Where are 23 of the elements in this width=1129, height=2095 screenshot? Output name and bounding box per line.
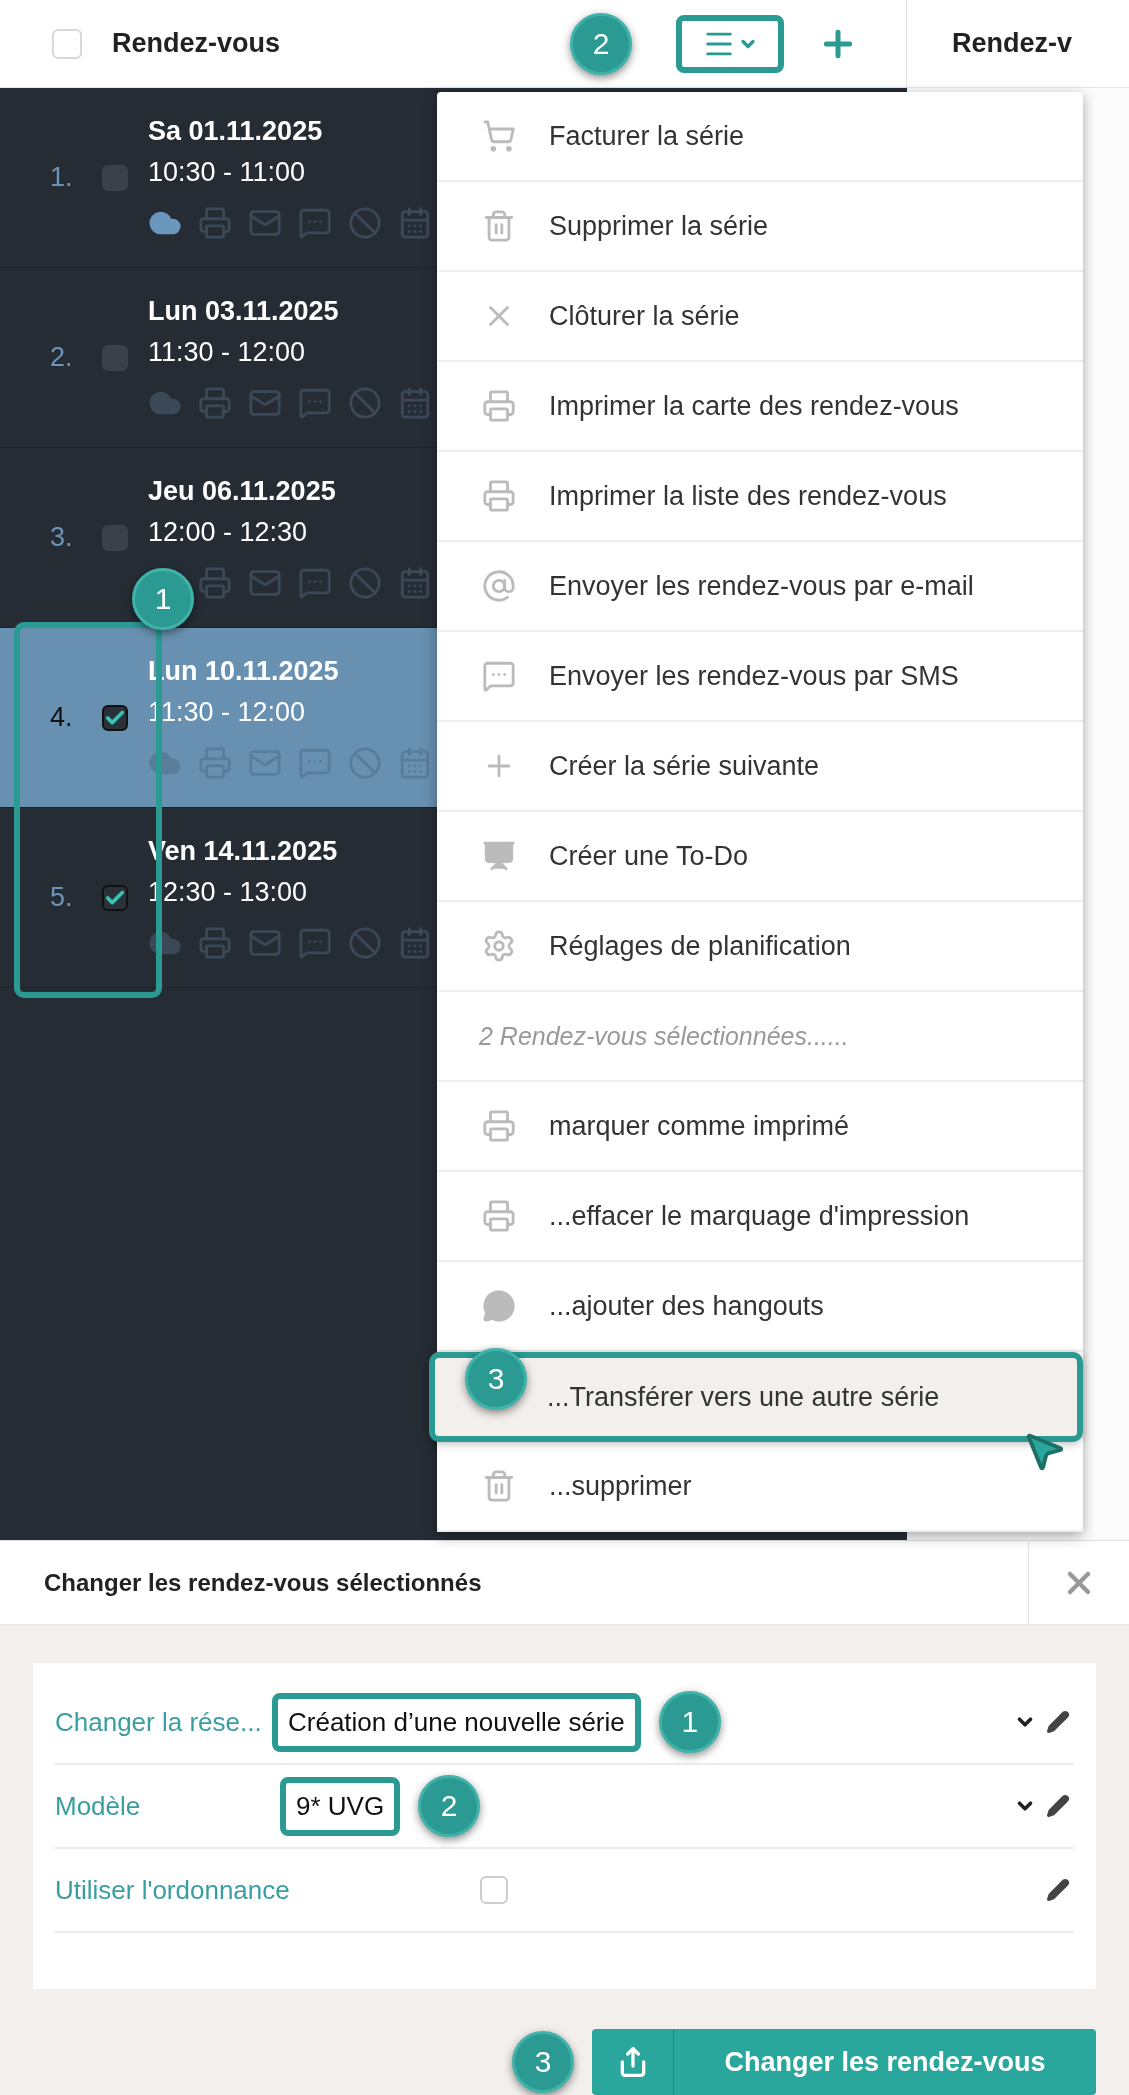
- field-label: Modèle: [55, 1790, 142, 1822]
- row-number: 3.: [50, 522, 74, 553]
- row-number: 4.: [50, 702, 74, 733]
- menu-section-label: 2 Rendez-vous sélectionnées......: [437, 992, 1083, 1082]
- appointment-time: 11:30 - 12:00: [148, 336, 307, 368]
- appointment-date: Jeu 06.11.2025: [148, 475, 337, 507]
- field-label: Changer la rése...: [55, 1706, 263, 1738]
- callout-badge: 2: [418, 1775, 481, 1837]
- callout-badge: 2: [570, 12, 632, 75]
- row-number: 5.: [50, 882, 74, 913]
- column-title: Rendez-vous: [112, 28, 282, 59]
- appointment-date: Lun 10.11.2025: [148, 655, 340, 687]
- field-label: Utiliser l'ordonnance: [55, 1874, 290, 1906]
- appointment-time: 12:00 - 12:30: [148, 516, 309, 548]
- row-number: 2.: [50, 342, 74, 373]
- callout-badge: 1: [658, 1691, 721, 1753]
- appointment-date: Lun 03.11.2025: [148, 295, 340, 327]
- callout-badge: 3: [512, 2031, 574, 2093]
- callout-badge: 3: [465, 1348, 527, 1410]
- appointment-date: Sa 01.11.2025: [148, 115, 324, 147]
- column-title: Rendez-v: [951, 28, 1073, 59]
- row-number: 1.: [50, 162, 74, 193]
- appointment-time: 10:30 - 11:00: [148, 156, 307, 188]
